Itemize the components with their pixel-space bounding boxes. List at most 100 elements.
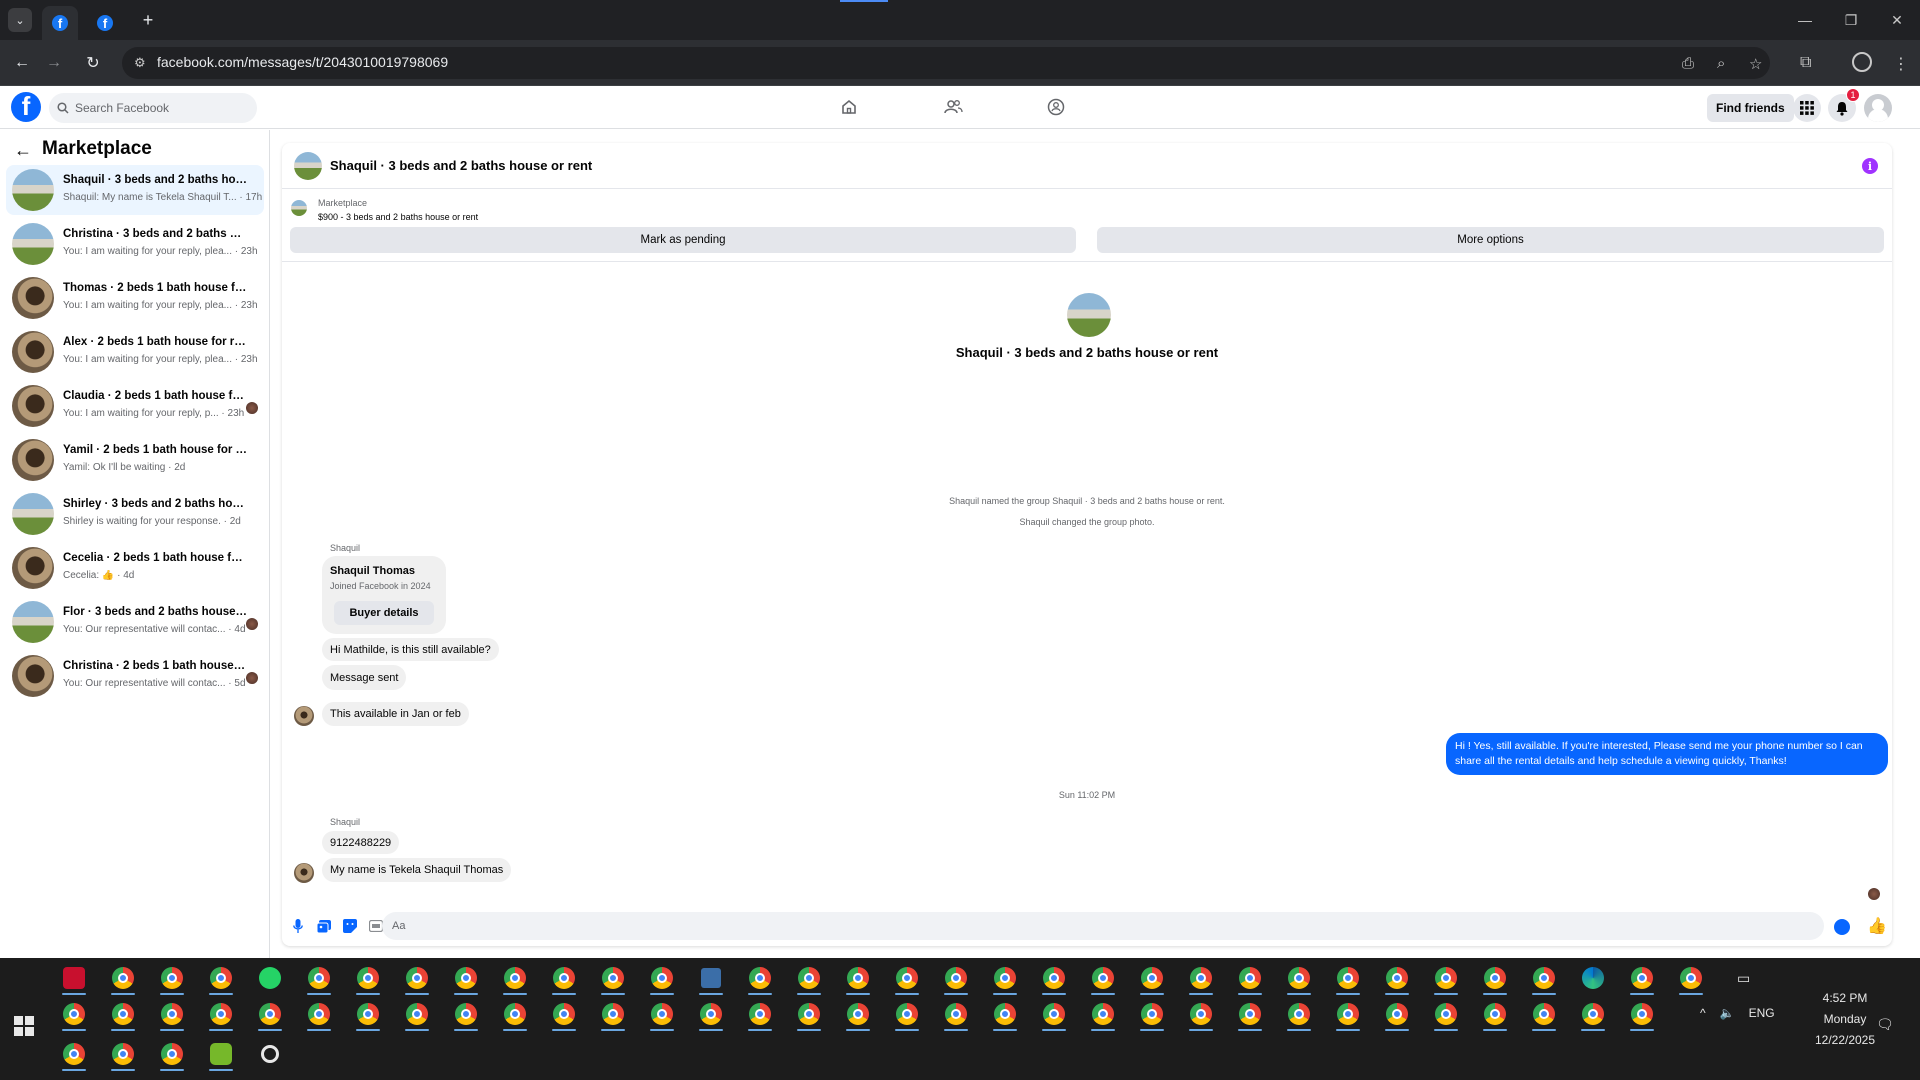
- listing-price[interactable]: $900 - 3 beds and 2 baths house or rent: [318, 212, 478, 222]
- message-input[interactable]: Aa: [382, 912, 1824, 940]
- chrome-taskbar-button[interactable]: [1522, 996, 1566, 1032]
- chrome-taskbar-button[interactable]: [1179, 996, 1223, 1032]
- chrome-taskbar-button[interactable]: [591, 960, 635, 996]
- chrome-taskbar-button[interactable]: [1326, 996, 1370, 1032]
- forward-button[interactable]: →: [41, 50, 67, 76]
- chrome-taskbar-button[interactable]: [787, 996, 831, 1032]
- chrome-taskbar-button[interactable]: [493, 960, 537, 996]
- chrome-taskbar-button[interactable]: [689, 996, 733, 1032]
- chrome-taskbar-button[interactable]: [1081, 996, 1125, 1032]
- conversation-item[interactable]: Flor · 3 beds and 2 baths house or rent Y…: [6, 597, 264, 647]
- close-window-button[interactable]: ✕: [1874, 0, 1920, 40]
- chrome-taskbar-button[interactable]: [983, 960, 1027, 996]
- profile-icon[interactable]: [1852, 52, 1872, 72]
- chrome-taskbar-button[interactable]: [1473, 996, 1517, 1032]
- restore-button[interactable]: ❐: [1828, 0, 1874, 40]
- thumbs-up-icon[interactable]: 👍: [1867, 916, 1887, 936]
- chrome-taskbar-button[interactable]: [248, 996, 292, 1032]
- chrome-taskbar-button[interactable]: [1571, 996, 1615, 1032]
- chrome-taskbar-button[interactable]: [1228, 960, 1272, 996]
- chrome-taskbar-button[interactable]: [1375, 960, 1419, 996]
- back-arrow-icon[interactable]: ←: [14, 140, 32, 161]
- chrome-taskbar-button[interactable]: [297, 960, 341, 996]
- notification-center-icon[interactable]: 🗨: [1876, 1016, 1894, 1033]
- site-info-icon[interactable]: ⚙: [134, 55, 146, 71]
- chrome-taskbar-button[interactable]: [885, 996, 929, 1032]
- chat-title[interactable]: Shaquil · 3 beds and 2 baths house or re…: [330, 158, 592, 173]
- chrome-taskbar-button[interactable]: [640, 960, 684, 996]
- chrome-taskbar-button[interactable]: [199, 960, 243, 996]
- chrome-taskbar-button[interactable]: [787, 960, 831, 996]
- chrome-taskbar-button[interactable]: [395, 996, 439, 1032]
- ring-taskbar-button[interactable]: [248, 1036, 292, 1072]
- new-tab-button[interactable]: +: [136, 8, 160, 32]
- torrent-taskbar-button[interactable]: [199, 1036, 243, 1072]
- conversation-item[interactable]: Christina · 3 beds and 2 baths house or …: [6, 219, 264, 269]
- conversation-item[interactable]: Claudia · 2 beds 1 bath house for rent Yo…: [6, 381, 264, 431]
- buyer-details-button[interactable]: Buyer details: [334, 601, 434, 625]
- search-facebook-input[interactable]: Search Facebook: [49, 93, 257, 123]
- tab-search-button[interactable]: ⌄: [8, 8, 32, 32]
- menu-grid-button[interactable]: [1793, 94, 1821, 122]
- chrome-taskbar-button[interactable]: [640, 996, 684, 1032]
- chrome-taskbar-button[interactable]: [444, 960, 488, 996]
- wa-taskbar-button[interactable]: [248, 960, 292, 996]
- listing-thumbnail[interactable]: [291, 200, 307, 216]
- nav-home[interactable]: [829, 92, 869, 122]
- chrome-taskbar-button[interactable]: [1620, 996, 1664, 1032]
- bookmark-star-icon[interactable]: ☆: [1749, 55, 1762, 73]
- chrome-taskbar-button[interactable]: [1473, 960, 1517, 996]
- chrome-taskbar-button[interactable]: [1130, 960, 1174, 996]
- chrome-taskbar-button[interactable]: [199, 996, 243, 1032]
- chrome-taskbar-button[interactable]: [297, 996, 341, 1032]
- chrome-taskbar-button[interactable]: [885, 960, 929, 996]
- chrome-taskbar-button[interactable]: [1375, 996, 1419, 1032]
- chrome-taskbar-button[interactable]: [836, 960, 880, 996]
- emoji-icon[interactable]: [1834, 919, 1850, 935]
- conversation-item[interactable]: Thomas · 2 beds 1 bath house for rent You…: [6, 273, 264, 323]
- chrome-taskbar-button[interactable]: [444, 996, 488, 1032]
- nav-groups[interactable]: [1036, 92, 1076, 122]
- chrome-taskbar-button[interactable]: [52, 996, 96, 1032]
- address-bar[interactable]: ⚙ facebook.com/messages/t/20430100197980…: [122, 47, 1770, 79]
- chrome-taskbar-button[interactable]: [934, 996, 978, 1032]
- chrome-taskbar-button[interactable]: [150, 996, 194, 1032]
- chrome-taskbar-button[interactable]: [101, 996, 145, 1032]
- display-icon[interactable]: ▭: [1737, 970, 1750, 987]
- generic-taskbar-button[interactable]: [689, 960, 733, 996]
- red-app-taskbar-button[interactable]: [52, 960, 96, 996]
- chrome-taskbar-button[interactable]: [1081, 960, 1125, 996]
- url-text[interactable]: facebook.com/messages/t/2043010019798069: [157, 54, 448, 70]
- conversation-item[interactable]: Shirley · 3 beds and 2 baths house or re…: [6, 489, 264, 539]
- chrome-taskbar-button[interactable]: [542, 996, 586, 1032]
- language-indicator[interactable]: ENG: [1749, 1006, 1775, 1020]
- chrome-taskbar-button[interactable]: [52, 1036, 96, 1072]
- microphone-icon[interactable]: [290, 918, 306, 934]
- chrome-taskbar-button[interactable]: [934, 960, 978, 996]
- chrome-taskbar-button[interactable]: [1424, 960, 1468, 996]
- edge-taskbar-button[interactable]: [1571, 960, 1615, 996]
- chrome-taskbar-button[interactable]: [150, 960, 194, 996]
- windows-start-icon[interactable]: [14, 1016, 34, 1036]
- chrome-taskbar-button[interactable]: [1424, 996, 1468, 1032]
- group-photo[interactable]: [1067, 293, 1111, 337]
- photo-icon[interactable]: [316, 918, 332, 934]
- chrome-taskbar-button[interactable]: [1228, 996, 1272, 1032]
- chrome-taskbar-button[interactable]: [738, 996, 782, 1032]
- reload-button[interactable]: ↻: [80, 50, 106, 76]
- conversation-item[interactable]: Alex · 2 beds 1 bath house for rent You: …: [6, 327, 264, 377]
- browser-menu-icon[interactable]: ⋮: [1893, 54, 1909, 74]
- tab-facebook[interactable]: f: [87, 6, 123, 40]
- volume-icon[interactable]: 🔈: [1720, 1006, 1735, 1020]
- sticker-icon[interactable]: [342, 918, 358, 934]
- chrome-taskbar-button[interactable]: [1326, 960, 1370, 996]
- conversation-item[interactable]: Shaquil · 3 beds and 2 baths house or re…: [6, 165, 264, 215]
- chrome-taskbar-button[interactable]: [1032, 960, 1076, 996]
- chrome-taskbar-button[interactable]: [1130, 996, 1174, 1032]
- conversation-item[interactable]: Cecelia · 2 beds 1 bath house for rent Ce…: [6, 543, 264, 593]
- chrome-taskbar-button[interactable]: [1522, 960, 1566, 996]
- chrome-taskbar-button[interactable]: [1277, 996, 1321, 1032]
- chrome-taskbar-button[interactable]: [101, 1036, 145, 1072]
- tray-chevron-icon[interactable]: ^: [1700, 1006, 1706, 1020]
- chrome-taskbar-button[interactable]: [346, 960, 390, 996]
